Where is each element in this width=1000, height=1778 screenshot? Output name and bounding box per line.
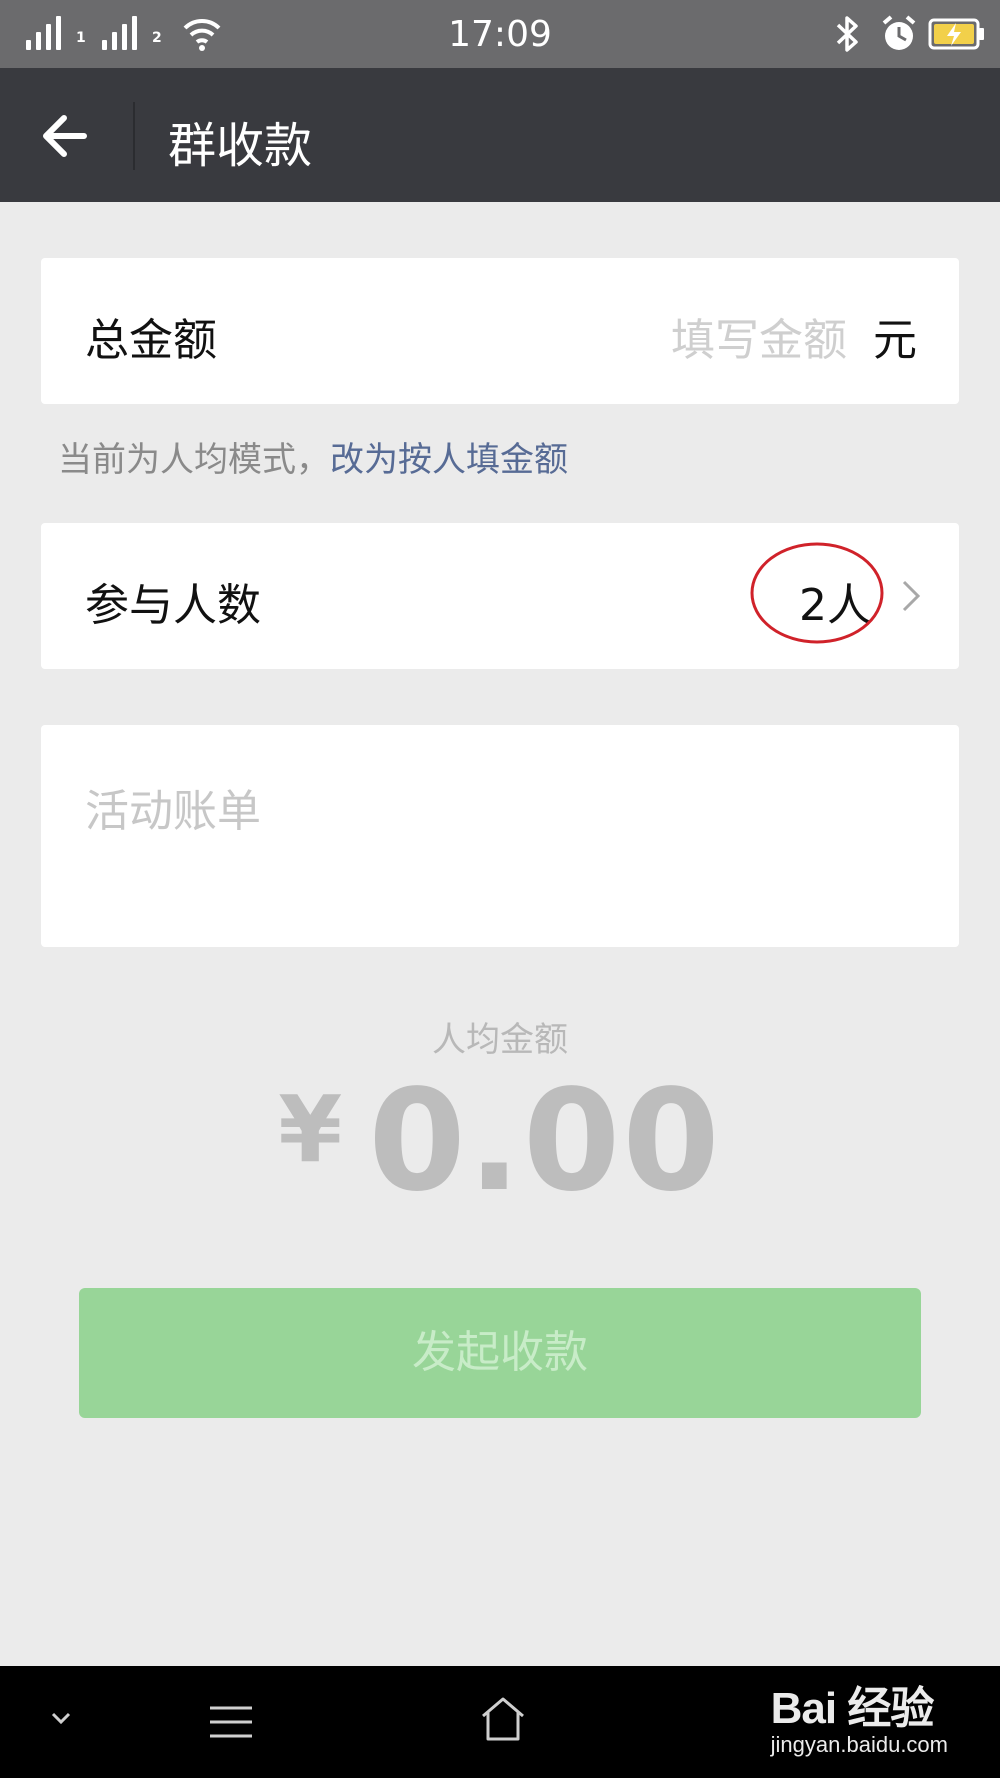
change-mode-link[interactable]: 改为按人填金额 — [330, 440, 568, 480]
total-amount-card[interactable]: 总金额 填写金额 元 — [41, 258, 959, 404]
total-amount-label: 总金额 — [85, 315, 217, 366]
currency-symbol: ¥ — [278, 1076, 343, 1183]
average-label: 人均金额 — [432, 1020, 568, 1060]
amount-input[interactable]: 填写金额 — [671, 304, 847, 368]
battery-charging-icon — [928, 18, 984, 50]
status-bar: 1 2 17:09 — [0, 0, 1000, 68]
arrow-left-icon[interactable] — [36, 104, 100, 168]
watermark-logo: Bai 经验 jingyan.baidu.com — [771, 1672, 948, 1758]
home-icon[interactable] — [478, 1694, 528, 1744]
title-divider — [133, 102, 135, 170]
mode-hint: 当前为人均模式，改为按人填金额 — [58, 432, 568, 481]
alarm-icon — [882, 15, 916, 50]
start-collection-button[interactable]: 发起收款 — [79, 1288, 921, 1418]
mode-hint-text: 当前为人均模式， — [58, 440, 330, 480]
participants-label: 参与人数 — [85, 580, 261, 631]
bluetooth-icon — [836, 16, 858, 52]
page-title: 群收款 — [168, 118, 313, 174]
bill-note-card[interactable]: 活动账单 — [41, 725, 959, 947]
amount-unit: 元 — [873, 315, 917, 366]
average-amount: ¥0.00 — [0, 1060, 1000, 1223]
menu-icon[interactable] — [208, 1702, 254, 1742]
title-bar: 群收款 — [0, 68, 1000, 202]
chevron-right-icon — [902, 580, 921, 612]
bill-note-input[interactable]: 活动账单 — [85, 775, 261, 839]
chevron-down-icon[interactable] — [46, 1706, 76, 1730]
annotation-circle — [750, 542, 884, 644]
watermark-url: jingyan.baidu.com — [770, 1732, 948, 1757]
watermark-brand: Bai 经验 — [770, 1684, 935, 1733]
average-value: 0.00 — [368, 1060, 722, 1223]
